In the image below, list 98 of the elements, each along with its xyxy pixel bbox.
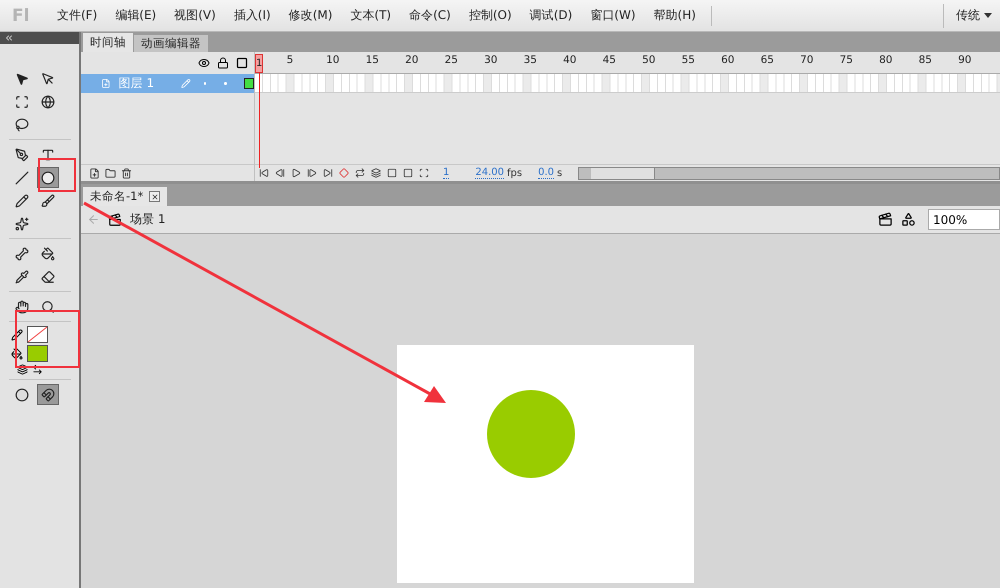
eraser-icon	[40, 270, 54, 284]
sphere-icon	[40, 94, 54, 108]
document-tab[interactable]: 未命名-1*	[83, 187, 168, 206]
panel-tab[interactable]: 动画编辑器	[134, 35, 208, 52]
text-tool-icon	[40, 148, 54, 162]
clapperboard-icon	[108, 212, 122, 226]
line-icon	[14, 170, 28, 184]
frame-number: 80	[879, 54, 892, 66]
step-forward-icon[interactable]	[307, 168, 317, 178]
app-logo: Fl	[12, 6, 30, 26]
lock-icon[interactable]	[217, 57, 229, 69]
layer-icon	[101, 78, 111, 89]
magnet-icon	[40, 388, 54, 402]
menu-item[interactable]: 修改(M)	[280, 7, 342, 24]
no-color-swatch[interactable]	[26, 326, 48, 343]
color-swatch[interactable]	[26, 345, 48, 362]
menu-item[interactable]: 控制(O)	[460, 7, 521, 24]
menu-item[interactable]: 命令(C)	[400, 7, 460, 24]
frame-field[interactable]: 1	[443, 167, 450, 179]
menu-item[interactable]: 窗口(W)	[581, 7, 645, 24]
sparkle-icon	[14, 216, 28, 230]
pencil-icon	[14, 194, 28, 208]
menu-item[interactable]: 视图(V)	[165, 7, 225, 24]
shapes-icon[interactable]	[901, 212, 916, 227]
frame-number: 20	[405, 54, 418, 66]
time-field[interactable]: 0.0	[538, 167, 554, 179]
current-frame-marker[interactable]: 1	[255, 54, 263, 73]
frame-number: 65	[760, 54, 774, 66]
close-icon[interactable]	[149, 191, 160, 202]
frame-number: 5	[286, 54, 294, 66]
first-frame-icon[interactable]	[259, 168, 269, 178]
paint-bucket-icon	[10, 348, 22, 360]
frame-number: 15	[366, 54, 379, 66]
pencil-icon	[10, 328, 22, 340]
eyedropper-icon	[14, 270, 28, 284]
frame-number: 30	[484, 54, 498, 66]
hand-icon	[14, 300, 28, 314]
workspace-dropdown[interactable]: 传统	[943, 4, 1000, 28]
frame-number: 10	[326, 54, 340, 66]
frame-number: 75	[840, 54, 853, 66]
zoom-field[interactable]: 100%	[928, 209, 1000, 230]
frame-number: 60	[721, 54, 734, 66]
brush-icon	[40, 194, 54, 208]
menu-item[interactable]: 文件(F)	[48, 7, 106, 24]
ellipse-icon	[40, 170, 54, 184]
horizontal-scrollbar[interactable]	[578, 166, 1000, 180]
fps-field[interactable]: 24.00	[475, 167, 504, 179]
circle-icon	[14, 388, 28, 402]
search-icon	[40, 300, 54, 314]
pen-icon	[14, 148, 28, 162]
menu-item[interactable]: 插入(I)	[224, 7, 280, 24]
frame-number: 35	[524, 54, 537, 66]
transform-icon	[14, 94, 28, 108]
time-unit: s	[557, 168, 562, 178]
pencil-icon	[181, 78, 191, 89]
highlight-frame	[15, 310, 80, 368]
clapperboard-icon[interactable]	[878, 212, 893, 227]
bone-icon	[14, 246, 28, 260]
frame-number: 70	[800, 54, 814, 66]
trash-icon[interactable]	[121, 168, 132, 178]
frame-number: 55	[682, 54, 695, 66]
menu-item[interactable]: 调试(D)	[520, 7, 582, 24]
menu-item[interactable]: 帮助(H)	[644, 7, 705, 24]
menu-item[interactable]: 编辑(E)	[106, 7, 166, 24]
onion-marker-icon[interactable]	[339, 168, 349, 178]
eye-icon[interactable]	[198, 57, 210, 69]
collapse-icon[interactable]	[4, 33, 14, 43]
new-layer-icon[interactable]	[89, 168, 100, 178]
option-button[interactable]	[36, 384, 58, 405]
hollow-pointer-icon	[40, 72, 54, 86]
default-colors-icon[interactable]	[16, 364, 28, 375]
play-icon[interactable]	[291, 168, 301, 178]
paint-bucket-icon	[40, 246, 54, 260]
frame-number: 25	[444, 54, 458, 66]
visibility-dot	[204, 82, 206, 85]
swap-icon[interactable]	[32, 364, 42, 375]
markers-icon[interactable]	[419, 168, 429, 178]
step-back-icon[interactable]	[275, 168, 285, 178]
outline-icon[interactable]	[236, 57, 248, 69]
frame-number: 40	[563, 54, 576, 66]
frame-number: 85	[918, 54, 932, 66]
lasso-icon	[14, 118, 28, 132]
last-frame-icon[interactable]	[323, 168, 333, 178]
panel-tab[interactable]: 时间轴	[83, 33, 133, 52]
frame-number: 90	[958, 54, 972, 66]
loop-icon[interactable]	[355, 168, 365, 178]
onion-skin-icon[interactable]	[371, 168, 381, 178]
lock-dot	[224, 82, 228, 85]
highlight-frame	[38, 158, 76, 192]
folder-icon[interactable]	[105, 168, 116, 178]
layer-name: 图层 1	[118, 75, 156, 92]
arrow-pointer-icon	[14, 72, 28, 86]
tool-button[interactable]	[36, 167, 58, 188]
menu-item[interactable]: 文本(T)	[341, 7, 400, 24]
frame-number: 50	[642, 54, 656, 66]
fps-unit: fps	[507, 168, 522, 178]
frame-number: 45	[602, 54, 616, 66]
scene-breadcrumb[interactable]: 场景 1	[130, 211, 166, 228]
